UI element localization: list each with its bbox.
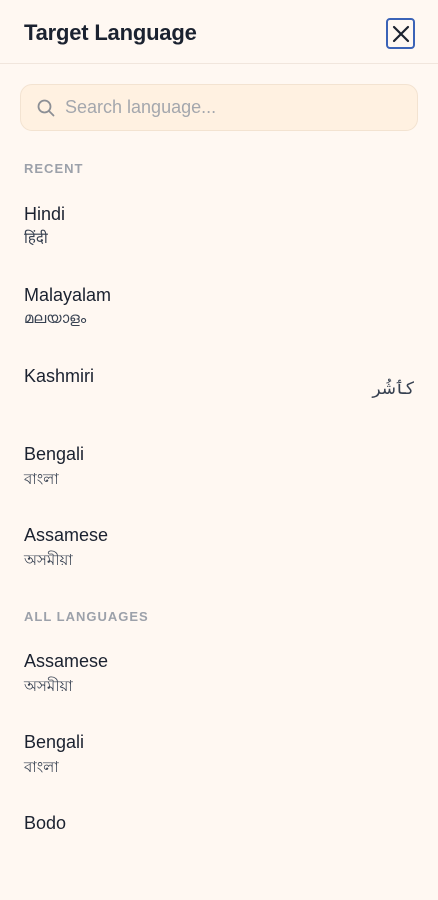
language-native-name: മലയാളം bbox=[24, 309, 87, 327]
search-icon bbox=[37, 99, 55, 117]
close-icon bbox=[392, 25, 409, 42]
list-item-recent-bengali[interactable]: Bengali বাংলা bbox=[0, 444, 438, 514]
list-item-recent-kashmiri[interactable]: Kashmiri كٲشُر bbox=[0, 366, 438, 436]
header: Target Language bbox=[0, 0, 438, 64]
language-name: Bengali bbox=[24, 732, 85, 752]
search-box[interactable] bbox=[20, 84, 418, 131]
list-item-all-bengali[interactable]: Bengali বাংলা bbox=[0, 732, 438, 802]
language-name: Kashmiri bbox=[24, 366, 95, 386]
language-name: Assamese bbox=[24, 525, 109, 545]
language-native-name: বাংলা bbox=[24, 470, 59, 488]
language-name: Malayalam bbox=[24, 285, 112, 305]
list-item-recent-assamese[interactable]: Assamese অসমীয়া bbox=[0, 525, 438, 595]
list-item-recent-hindi[interactable]: Hindi हिंदी bbox=[0, 204, 438, 274]
page-title: Target Language bbox=[24, 20, 197, 45]
language-name: Bengali bbox=[24, 444, 85, 464]
list-item-all-bodo[interactable]: Bodo bbox=[0, 813, 438, 831]
language-name: Assamese bbox=[24, 651, 109, 671]
language-native-name: অসমীয়া bbox=[24, 551, 73, 569]
language-name: Bodo bbox=[24, 813, 67, 831]
language-name: Hindi bbox=[24, 204, 66, 224]
close-button[interactable] bbox=[386, 18, 415, 49]
language-native-name: كٲشُر bbox=[372, 379, 414, 399]
section-label-recent: RECENT bbox=[24, 161, 84, 176]
list-item-all-assamese[interactable]: Assamese অসমীয়া bbox=[0, 651, 438, 721]
language-native-name: অসমীয়া bbox=[24, 677, 73, 695]
section-label-all-languages: ALL LANGUAGES bbox=[24, 609, 149, 624]
language-native-name: हिंदी bbox=[24, 229, 48, 247]
list-item-recent-malayalam[interactable]: Malayalam മലയാളം bbox=[0, 285, 438, 355]
language-picker-screen: Target Language RECENT Hindi हिंदी Malay… bbox=[0, 0, 438, 900]
language-native-name: বাংলা bbox=[24, 758, 59, 776]
search-input[interactable] bbox=[65, 85, 405, 130]
